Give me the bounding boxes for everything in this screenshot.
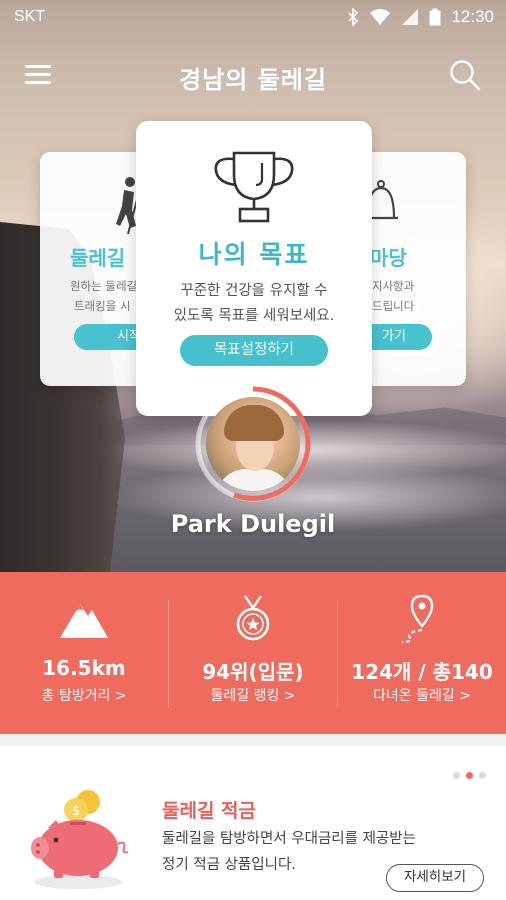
promo-desc-line: 둘레길을 탐방하면서 우대금리를 제공받는 bbox=[162, 831, 416, 847]
status-icons: 12:30 bbox=[347, 7, 494, 27]
card-title: 마당 bbox=[370, 246, 407, 270]
card-title: 나의 목표 bbox=[198, 240, 310, 269]
stat-label: 둘레길 랭킹 > bbox=[210, 688, 296, 704]
card-desc-line: 트래킹을 시 bbox=[74, 299, 131, 313]
stat-label: 다녀온 둘레길 > bbox=[373, 688, 471, 704]
search-icon[interactable] bbox=[448, 58, 482, 92]
page-dot bbox=[479, 772, 486, 779]
page-indicator bbox=[453, 772, 486, 779]
stat-visited[interactable]: 124개 / 총140 다녀온 둘레길 > bbox=[338, 572, 506, 734]
stat-value: 94위(입문) bbox=[202, 660, 304, 684]
clock: 12:30 bbox=[451, 7, 494, 26]
card-desc-line: 지사항과 bbox=[372, 279, 415, 293]
piggy-bank-icon: $ bbox=[31, 790, 129, 889]
stat-ranking[interactable]: 94위(입문) 둘레길 랭킹 > bbox=[169, 572, 337, 734]
card-desc-line: 드립니다 bbox=[372, 299, 415, 313]
user-name: Park Dulegil bbox=[170, 510, 336, 538]
stats-panel: 16.5km 총 탐방거리 > 94위(입문) 둘레길 랭킹 > 124개 / … bbox=[0, 572, 506, 734]
wifi-icon bbox=[370, 9, 391, 25]
card-title: 둘레길 bbox=[70, 246, 126, 270]
stat-value: 16.5km bbox=[42, 656, 126, 680]
card-desc-line: 꾸준한 건강을 유지할 수 bbox=[180, 283, 328, 299]
set-goal-button[interactable]: 목표설정하기 bbox=[180, 335, 328, 366]
promo-title: 둘레길 적금 bbox=[162, 800, 257, 822]
card-desc-line: 있도록 목표를 세워보세요. bbox=[173, 308, 335, 324]
app-bar: 경남의 둘레길 bbox=[0, 50, 506, 100]
stat-label: 총 탐방거리 > bbox=[41, 688, 127, 704]
avatar[interactable] bbox=[206, 397, 300, 491]
bluetooth-icon bbox=[348, 8, 359, 26]
stat-distance[interactable]: 16.5km 총 탐방거리 > bbox=[0, 572, 168, 734]
promo-description: 둘레길을 탐방하면서 우대금리를 제공받는 정기 적금 상품입니다. bbox=[162, 826, 416, 878]
carrier-label: SKT bbox=[14, 8, 46, 25]
page-title: 경남의 둘레길 bbox=[179, 66, 327, 94]
promo-card[interactable]: $ 둘레길 적금 둘레길을 탐방하면서 우대금리를 제공받는 정기 적금 상품입… bbox=[0, 746, 506, 900]
svg-text:$: $ bbox=[72, 804, 80, 819]
details-button[interactable]: 자세히보기 bbox=[386, 864, 484, 892]
signal-icon bbox=[402, 9, 419, 25]
battery-icon bbox=[429, 8, 441, 26]
promo-section: $ 둘레길 적금 둘레길을 탐방하면서 우대금리를 제공받는 정기 적금 상품입… bbox=[0, 734, 506, 900]
card-description: 꾸준한 건강을 유지할 수 있도록 목표를 세워보세요. bbox=[150, 279, 358, 329]
stat-value: 124개 / 총140 bbox=[351, 660, 493, 684]
card-desc-line: 원하는 둘레길 bbox=[70, 279, 138, 293]
medal-icon bbox=[236, 595, 270, 641]
page-dot bbox=[453, 772, 460, 779]
map-pin-path-icon bbox=[401, 594, 434, 644]
promo-desc-line: 정기 적금 상품입니다. bbox=[162, 857, 296, 873]
card-my-goal[interactable]: 나의 목표 꾸준한 건강을 유지할 수 있도록 목표를 세워보세요. 목표설정하… bbox=[136, 121, 372, 416]
mountain-icon bbox=[60, 604, 108, 638]
page-dot-active bbox=[466, 772, 473, 779]
status-bar: SKT 12:30 bbox=[0, 0, 506, 34]
trophy-icon bbox=[214, 151, 294, 223]
